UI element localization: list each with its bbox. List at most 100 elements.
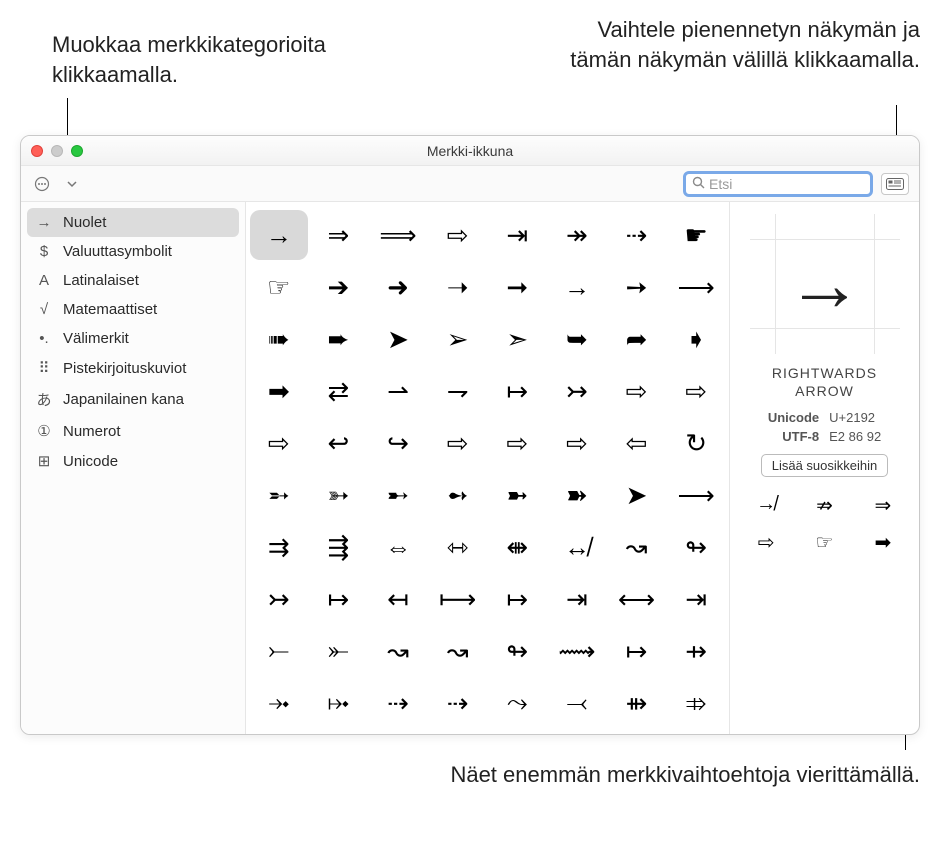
char-cell[interactable]: ↝ <box>369 626 427 676</box>
char-cell[interactable]: ➙ <box>608 262 666 312</box>
char-cell[interactable]: ➠ <box>250 314 308 364</box>
char-cell[interactable]: ↦ <box>489 574 547 624</box>
char-cell[interactable]: ↣ <box>548 366 606 416</box>
char-cell[interactable]: ⤃ <box>667 678 725 728</box>
char-cell[interactable]: ⇨ <box>608 366 666 416</box>
char-cell[interactable]: ↦ <box>489 366 547 416</box>
sidebar-item-6[interactable]: あJapanilainen kana <box>21 383 245 416</box>
search-input[interactable] <box>709 176 864 192</box>
char-cell[interactable]: ⟶ <box>667 262 725 312</box>
char-cell[interactable]: ⇿ <box>429 522 487 572</box>
char-cell[interactable]: ⇨ <box>548 418 606 468</box>
char-cell[interactable]: ↠ <box>548 210 606 260</box>
char-cell[interactable]: ⇻ <box>608 678 666 728</box>
char-cell[interactable]: ⇨ <box>489 418 547 468</box>
char-cell[interactable]: ➔ <box>310 262 368 312</box>
char-cell[interactable]: ⇸ <box>667 626 725 676</box>
char-cell[interactable]: ⇥ <box>489 210 547 260</box>
char-cell[interactable]: ⇨ <box>250 418 308 468</box>
char-cell[interactable]: ➢ <box>429 314 487 364</box>
char-cell[interactable]: ⇥ <box>548 574 606 624</box>
add-to-favorites-button[interactable]: Lisää suosikkeihin <box>761 454 889 477</box>
char-cell[interactable]: ⤙ <box>548 678 606 728</box>
char-cell[interactable]: → <box>548 262 606 312</box>
close-button[interactable] <box>31 145 43 157</box>
char-cell[interactable]: ↝ <box>608 522 666 572</box>
char-cell[interactable]: ➻ <box>429 470 487 520</box>
char-cell[interactable]: ➼ <box>489 470 547 520</box>
char-cell[interactable]: ➜ <box>369 262 427 312</box>
char-cell[interactable]: ↬ <box>489 626 547 676</box>
char-cell[interactable]: ⇢ <box>429 678 487 728</box>
char-cell[interactable]: ⇨ <box>429 418 487 468</box>
char-cell[interactable]: ➽ <box>548 470 606 520</box>
char-cell[interactable]: ➤ <box>369 314 427 364</box>
variant-glyph[interactable]: ➡ <box>863 530 903 555</box>
char-cell[interactable]: ⟿ <box>548 626 606 676</box>
char-cell[interactable]: ⤞ <box>250 678 308 728</box>
dropdown-button[interactable] <box>61 173 83 195</box>
char-cell[interactable]: ↪ <box>369 418 427 468</box>
view-toggle-button[interactable] <box>881 173 909 195</box>
char-cell[interactable]: ⤳ <box>489 678 547 728</box>
char-cell[interactable]: ➵ <box>250 470 308 520</box>
sidebar-item-1[interactable]: $Valuuttasymbolit <box>21 237 245 266</box>
char-cell[interactable]: ⇨ <box>667 366 725 416</box>
char-cell[interactable]: ➡ <box>250 366 308 416</box>
char-cell[interactable]: ⇶ <box>310 522 368 572</box>
char-cell[interactable]: ⟷ <box>608 574 666 624</box>
char-cell[interactable]: ➦ <box>608 314 666 364</box>
char-cell[interactable]: ⇄ <box>310 366 368 416</box>
variant-glyph[interactable]: ☞ <box>804 530 844 555</box>
char-cell[interactable]: ⇁ <box>429 366 487 416</box>
char-cell[interactable]: ⤚ <box>250 626 308 676</box>
char-cell[interactable]: ↬ <box>667 522 725 572</box>
char-cell[interactable]: ⟹ <box>369 210 427 260</box>
char-cell[interactable]: ➝ <box>429 262 487 312</box>
char-cell[interactable]: ⇔ <box>369 522 427 572</box>
sidebar-item-5[interactable]: ⠿Pistekirjoituskuviot <box>21 353 245 383</box>
category-settings-button[interactable] <box>31 173 53 195</box>
char-cell[interactable]: ↦ <box>310 574 368 624</box>
char-cell[interactable]: ⇼ <box>489 522 547 572</box>
char-cell[interactable]: ➥ <box>548 314 606 364</box>
char-cell[interactable]: ⇉ <box>250 522 308 572</box>
sidebar-item-8[interactable]: ⊞Unicode <box>21 446 245 476</box>
char-cell[interactable]: ➳ <box>310 470 368 520</box>
minimize-button[interactable] <box>51 145 63 157</box>
variant-glyph[interactable]: ⇒ <box>863 493 903 518</box>
char-cell[interactable]: ⇒ <box>310 210 368 260</box>
variant-glyph[interactable]: ↛ <box>746 493 786 518</box>
char-cell[interactable]: ↮ <box>548 522 606 572</box>
char-cell[interactable]: ☞ <box>250 262 308 312</box>
char-cell[interactable]: ⤠ <box>310 678 368 728</box>
char-cell[interactable]: ⤜ <box>310 626 368 676</box>
char-cell[interactable]: ⇨ <box>429 210 487 260</box>
char-cell[interactable]: ☛ <box>667 210 725 260</box>
char-cell[interactable]: ↦ <box>608 626 666 676</box>
char-cell[interactable]: ↻ <box>667 418 725 468</box>
char-cell[interactable]: ⟼ <box>429 574 487 624</box>
variant-glyph[interactable]: ⇏ <box>804 493 844 518</box>
char-cell[interactable]: ↩ <box>310 418 368 468</box>
sidebar-item-4[interactable]: •.Välimerkit <box>21 324 245 353</box>
char-cell[interactable]: ⇥ <box>667 574 725 624</box>
char-cell[interactable]: ↤ <box>369 574 427 624</box>
sidebar-item-2[interactable]: ALatinalaiset <box>21 266 245 295</box>
char-cell[interactable]: ⇦ <box>608 418 666 468</box>
sidebar-item-3[interactable]: √Matemaattiset <box>21 295 245 324</box>
char-cell[interactable]: ➤ <box>608 470 666 520</box>
char-cell[interactable]: ➞ <box>489 262 547 312</box>
zoom-button[interactable] <box>71 145 83 157</box>
sidebar-item-7[interactable]: ①Numerot <box>21 416 245 446</box>
char-cell[interactable]: ⇢ <box>608 210 666 260</box>
char-cell[interactable]: → <box>250 210 308 260</box>
char-cell[interactable]: ⇀ <box>369 366 427 416</box>
sidebar-item-0[interactable]: →Nuolet <box>27 208 239 237</box>
variant-glyph[interactable]: ⇨ <box>746 530 786 555</box>
char-cell[interactable]: ➣ <box>489 314 547 364</box>
char-cell[interactable]: ⟶ <box>667 470 725 520</box>
search-field[interactable] <box>683 171 873 197</box>
char-cell[interactable]: ↝ <box>429 626 487 676</box>
char-cell[interactable]: ➸ <box>369 470 427 520</box>
